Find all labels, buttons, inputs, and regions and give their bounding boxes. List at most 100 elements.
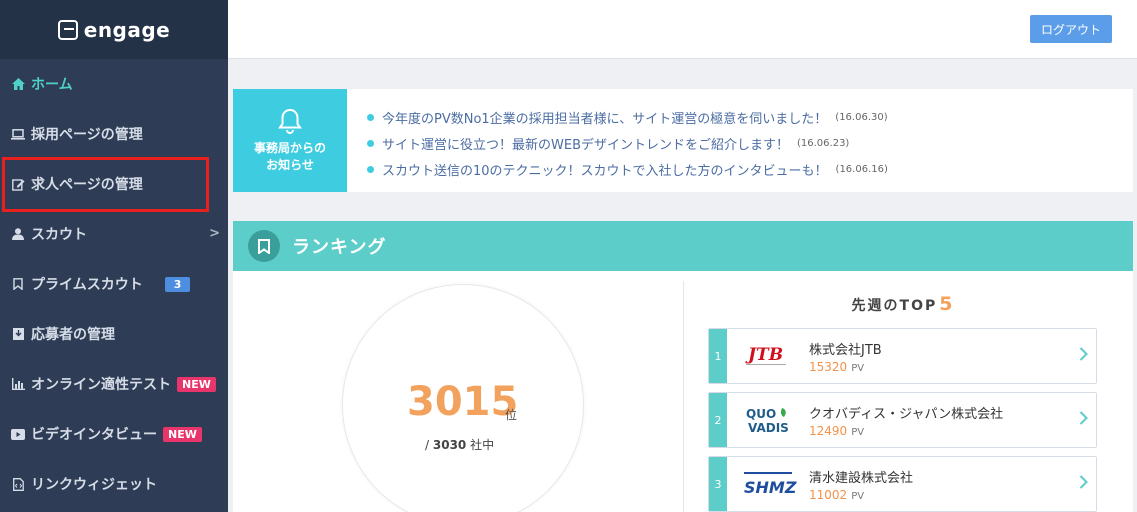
pv-value: 12490 xyxy=(809,423,848,438)
rank-unit: 位 xyxy=(505,408,518,422)
laptop-icon xyxy=(11,127,25,141)
company-logo: SHMZ xyxy=(727,464,809,504)
rank-total: / 3030 社中 xyxy=(425,436,494,453)
ranking-panel: ランキング 3015 位 / 3030 社中 先週のTOP 5 1 JTB 株式… xyxy=(233,221,1133,512)
new-badge: NEW xyxy=(177,376,216,392)
bullet-icon xyxy=(367,139,374,147)
sidebar-item-video-interview[interactable]: ビデオインタビュー NEW xyxy=(0,409,228,459)
notice-item[interactable]: 今年度のPV数No1企業の採用担当者様に、サイト運営の極意を伺いました！ (16… xyxy=(367,104,888,130)
code-file-icon xyxy=(11,477,25,491)
sidebar-item-prime-scout[interactable]: プライムスカウト 3 xyxy=(0,259,228,309)
ranking-title: ランキング xyxy=(292,237,387,258)
count-badge: 3 xyxy=(164,276,191,292)
new-badge: NEW xyxy=(163,426,202,442)
ranking-card[interactable]: 3 SHMZ 清水建設株式会社 11002 PV xyxy=(708,456,1097,512)
sidebar-item-label: リンクウィジェット xyxy=(31,477,157,493)
app: engage ホーム 採用ページの管理 求人ページの管理 スカウト > プライム… xyxy=(0,0,1137,512)
divider xyxy=(683,281,684,512)
bookmark-icon xyxy=(11,277,25,291)
notice-text[interactable]: 今年度のPV数No1企業の採用担当者様に、サイト運営の極意を伺いました！ xyxy=(382,108,827,127)
notice-item[interactable]: スカウト送信の10のテクニック！スカウトで入社した方のインタビューも！ (16.… xyxy=(367,156,888,182)
sidebar: engage ホーム 採用ページの管理 求人ページの管理 スカウト > プライム… xyxy=(0,0,228,512)
ranking-card[interactable]: 1 JTB 株式会社JTB 15320 PV xyxy=(708,328,1097,384)
sidebar-item-link-widget[interactable]: リンクウィジェット xyxy=(0,459,228,509)
sidebar-item-scout[interactable]: スカウト > xyxy=(0,209,228,259)
sidebar-item-label: 応募者の管理 xyxy=(31,327,115,343)
brand-logo[interactable]: engage xyxy=(0,0,228,59)
user-icon xyxy=(11,227,25,241)
pv-value: 11002 xyxy=(809,487,848,502)
bullet-icon xyxy=(367,113,374,121)
ranking-header: ランキング xyxy=(233,221,1133,271)
notice-list: 今年度のPV数No1企業の採用担当者様に、サイト運営の極意を伺いました！ (16… xyxy=(347,89,888,192)
jtb-logo-text: JTB xyxy=(745,345,783,365)
notice-title-line1: 事務局からの xyxy=(253,140,326,155)
chevron-right-icon xyxy=(1079,410,1088,429)
sidebar-item-aptitude-test[interactable]: オンライン適性テスト NEW xyxy=(0,359,228,409)
rank-total-count: 3030 xyxy=(432,438,467,452)
rank-total-unit: 社中 xyxy=(470,438,495,452)
notice-header: 事務局からの お知らせ xyxy=(233,89,347,192)
sidebar-item-recruit-page[interactable]: 採用ページの管理 xyxy=(0,109,228,159)
top-count: 5 xyxy=(939,293,955,315)
company-name[interactable]: クオバディス・ジャパン株式会社 xyxy=(809,403,1003,422)
pv-unit: PV xyxy=(851,362,865,374)
bookmark-icon xyxy=(248,230,280,262)
rank-position: 2 xyxy=(709,393,727,447)
highlight-annotation xyxy=(2,157,209,212)
video-icon xyxy=(11,427,25,441)
ranking-card[interactable]: 2 QUO VADIS クオバディス・ジャパン株式会社 12490 PV xyxy=(708,392,1097,448)
sidebar-item-label: 採用ページの管理 xyxy=(31,127,143,143)
notice-panel: 事務局からの お知らせ 今年度のPV数No1企業の採用担当者様に、サイト運営の極… xyxy=(233,89,1133,192)
company-logo: JTB xyxy=(727,336,809,376)
sidebar-item-applicants[interactable]: 応募者の管理 xyxy=(0,309,228,359)
top-bar: ログアウト xyxy=(228,0,1137,59)
top-label: 先週のTOP xyxy=(851,298,938,314)
home-icon xyxy=(11,77,25,91)
company-logo: QUO VADIS xyxy=(727,400,809,440)
sidebar-item-label: オンライン適性テスト xyxy=(31,377,171,393)
company-info: 清水建設株式会社 11002 PV xyxy=(809,467,913,502)
pv-value: 15320 xyxy=(809,359,848,374)
rank-position: 3 xyxy=(709,457,727,511)
chevron-right-icon: > xyxy=(209,226,220,241)
inbox-icon xyxy=(11,327,25,341)
shmz-logo-text: SHMZ xyxy=(744,478,797,497)
company-info: クオバディス・ジャパン株式会社 12490 PV xyxy=(809,403,1003,438)
sidebar-item-label: スカウト xyxy=(31,227,87,243)
notice-text[interactable]: スカウト送信の10のテクニック！スカウトで入社した方のインタビューも！ xyxy=(382,160,828,179)
page-views: 15320 PV xyxy=(809,360,882,374)
notice-date: (16.06.30) xyxy=(835,111,888,123)
sidebar-item-label: ビデオインタビュー xyxy=(31,427,157,443)
rank-number: 3015 xyxy=(407,379,519,425)
sidebar-item-label: プライムスカウト xyxy=(31,277,143,293)
rank-position: 1 xyxy=(709,329,727,383)
page-views: 11002 PV xyxy=(809,488,913,502)
company-name[interactable]: 株式会社JTB xyxy=(809,339,882,358)
page-views: 12490 PV xyxy=(809,424,1003,438)
pv-unit: PV xyxy=(851,426,865,438)
company-info: 株式会社JTB 15320 PV xyxy=(809,339,882,374)
pv-unit: PV xyxy=(851,490,865,502)
bar-chart-icon xyxy=(11,377,25,391)
sidebar-item-label: ホーム xyxy=(31,77,73,93)
sidebar-item-home[interactable]: ホーム xyxy=(0,59,228,109)
brand-name: engage xyxy=(83,17,171,42)
quovadis-logo-line1: QUO xyxy=(746,407,776,421)
notice-date: (16.06.23) xyxy=(797,137,850,149)
logout-button[interactable]: ログアウト xyxy=(1029,15,1112,43)
chevron-right-icon xyxy=(1079,346,1088,365)
notice-text[interactable]: サイト運営に役立つ！最新のWEBデザイントレンドをご紹介します！ xyxy=(382,134,789,153)
engage-logo-icon xyxy=(57,19,78,40)
quovadis-logo-line2: VADIS xyxy=(748,421,789,435)
chevron-right-icon xyxy=(1079,474,1088,493)
company-name[interactable]: 清水建設株式会社 xyxy=(809,467,913,486)
sidebar-nav: ホーム 採用ページの管理 求人ページの管理 スカウト > プライムスカウト 3 … xyxy=(0,59,228,509)
top-ranking-list: 先週のTOP 5 1 JTB 株式会社JTB 15320 PV 2 QUO VA… xyxy=(708,271,1098,512)
notice-date: (16.06.16) xyxy=(835,163,888,175)
notice-title-line2: お知らせ xyxy=(266,157,314,172)
notice-item[interactable]: サイト運営に役立つ！最新のWEBデザイントレンドをご紹介します！ (16.06.… xyxy=(367,130,888,156)
bullet-icon xyxy=(367,165,374,173)
top-list-title: 先週のTOP 5 xyxy=(708,293,1098,315)
rank-total-prefix: / xyxy=(425,438,430,452)
